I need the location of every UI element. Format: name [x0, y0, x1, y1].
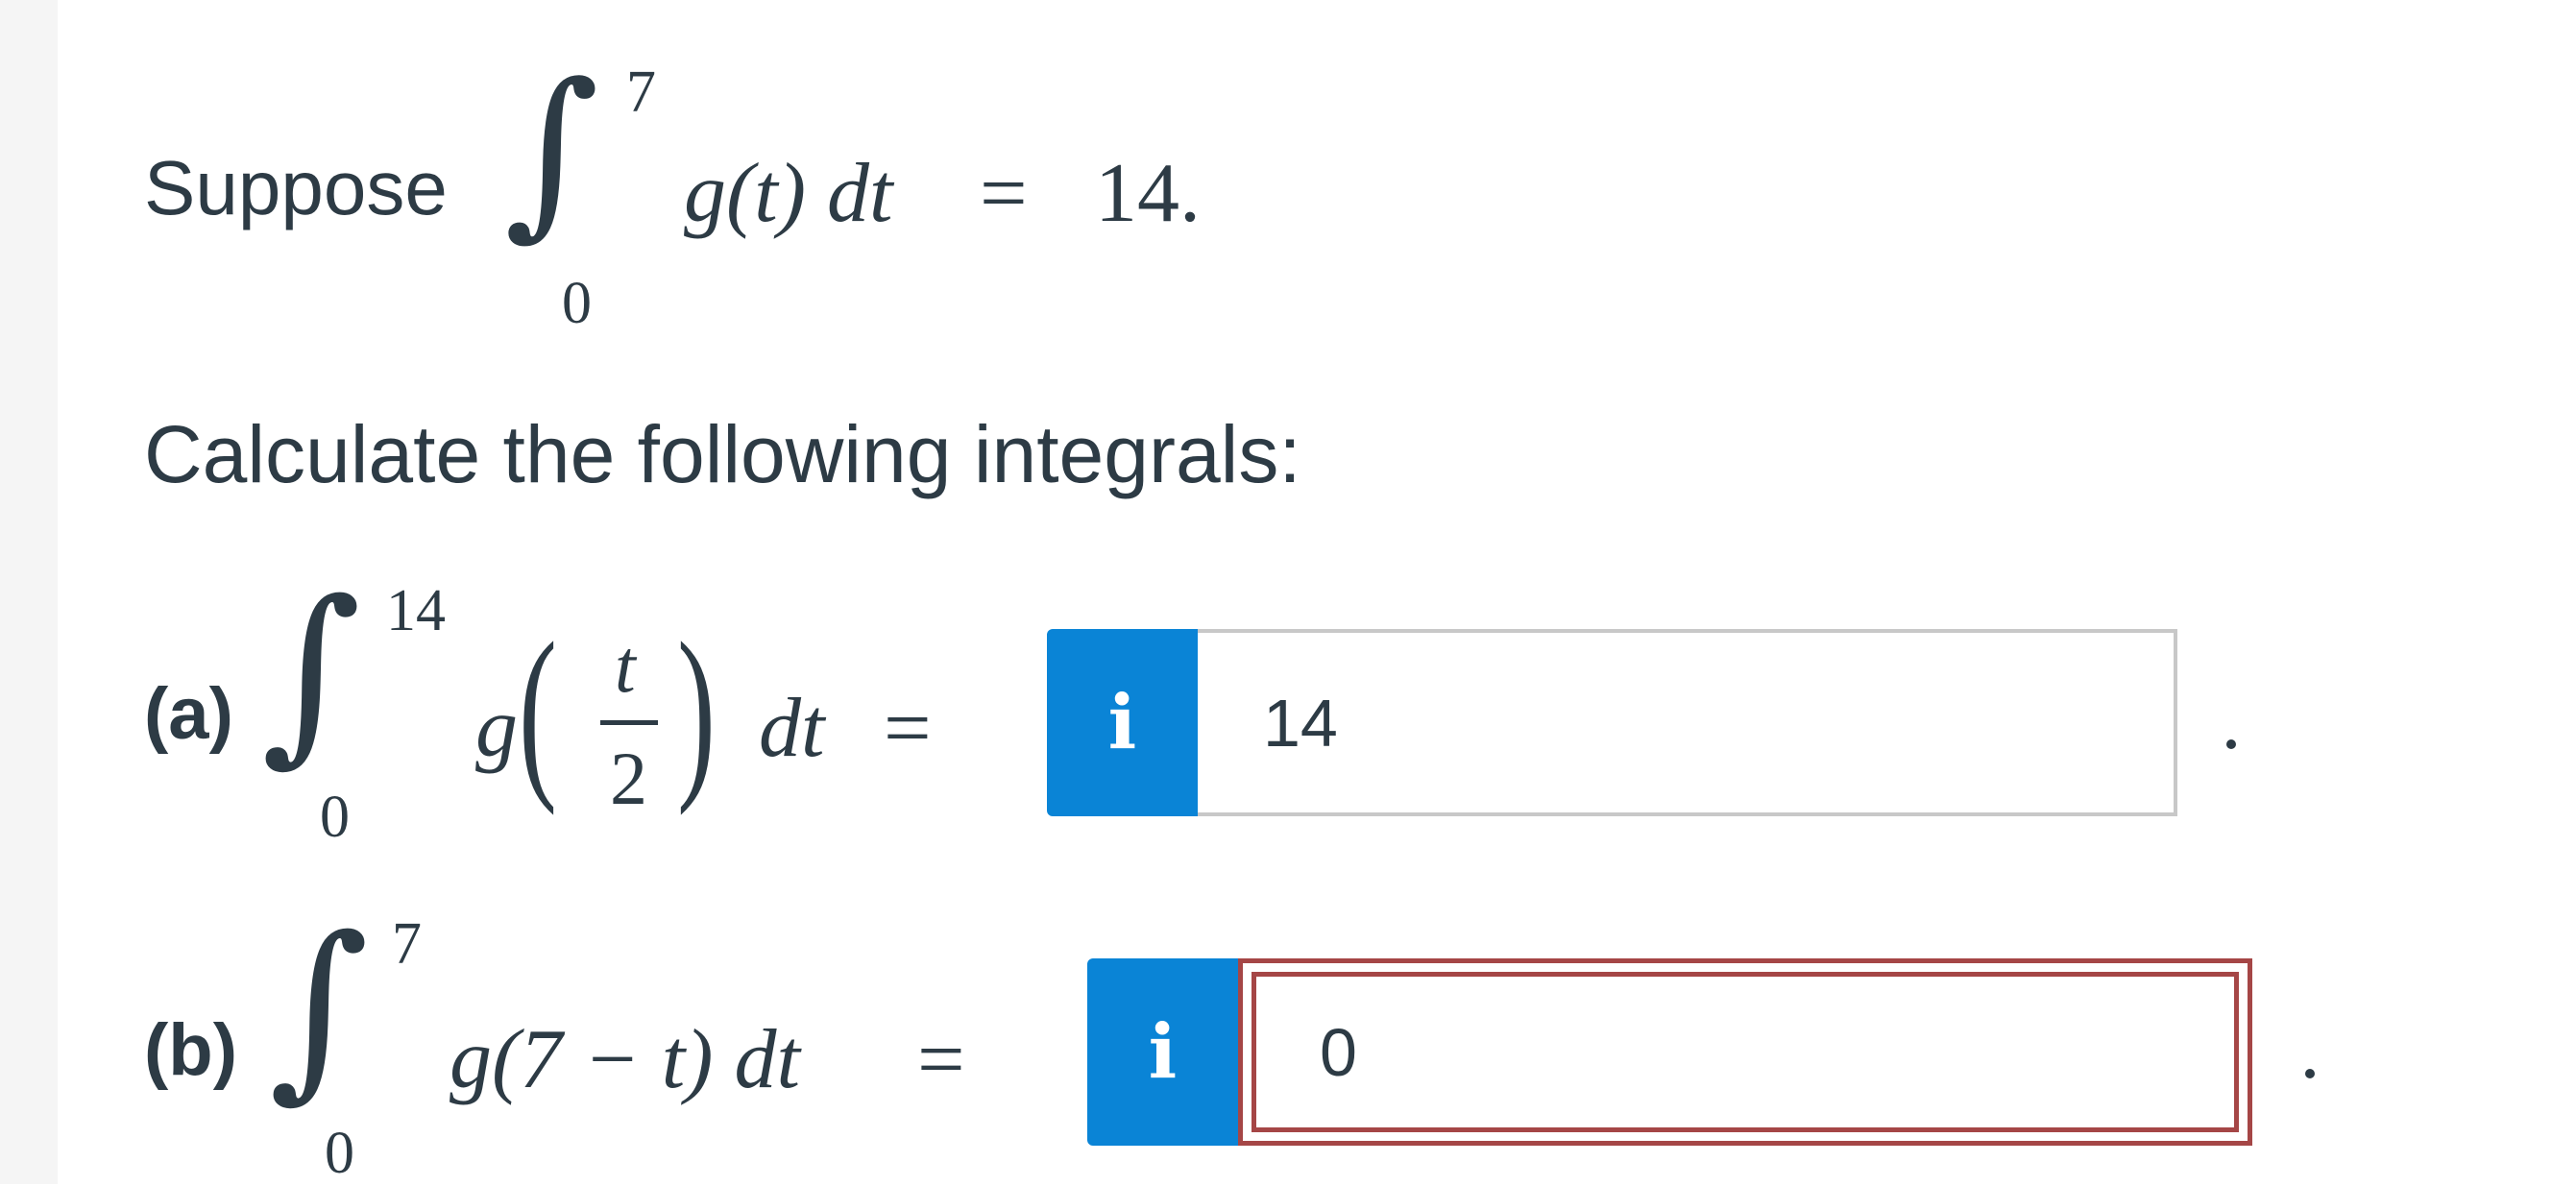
question-panel: Suppose ∫ 7 0 g(t) dt = 14. Calculate th…: [0, 0, 2576, 1184]
part-a-label: (a): [144, 673, 233, 755]
part-b-label: (b): [144, 1009, 238, 1091]
part-a-equals: =: [884, 682, 932, 775]
intro-value: 14.: [1095, 147, 1201, 240]
part-a-fraction-denominator: 2: [610, 737, 647, 820]
part-a-integral-sign: ∫: [261, 560, 362, 784]
part-b-end-period: [2305, 1069, 2315, 1078]
part-a-end-period: [2226, 739, 2236, 749]
part-a-answer-field[interactable]: [1198, 629, 2177, 816]
part-b-lower-bound: 0: [325, 1121, 354, 1186]
intro-lead-text: Suppose: [144, 145, 448, 230]
part-a-right-paren: ): [677, 604, 716, 816]
instruction-text: Calculate the following integrals:: [144, 409, 1301, 499]
info-icon: i: [1148, 1008, 1178, 1096]
part-a-info-button[interactable]: i: [1047, 629, 1198, 816]
intro-equals: =: [980, 147, 1028, 240]
part-a-fraction-bar: [600, 720, 658, 725]
intro-lower-bound: 0: [562, 271, 592, 336]
part-b-answer-field[interactable]: [1238, 958, 2252, 1146]
part-b-integrand: g(7 − t) dt: [450, 1013, 800, 1106]
intro-integrand: g(t) dt: [684, 147, 893, 240]
part-b-info-button[interactable]: i: [1087, 958, 1238, 1146]
part-b-integral-sign: ∫: [269, 896, 370, 1120]
part-a-lower-bound: 0: [320, 785, 350, 850]
part-a-fraction-numerator: t: [615, 624, 636, 708]
part-b-answer-input[interactable]: [1320, 1013, 2248, 1091]
part-a-differential: dt: [759, 682, 825, 775]
intro-integral-sign: ∫: [504, 44, 599, 256]
part-b-equals: =: [917, 1013, 965, 1106]
part-a-upper-bound: 14: [386, 578, 446, 643]
part-b-upper-bound: 7: [392, 911, 422, 977]
info-icon: i: [1107, 679, 1137, 766]
part-a-left-paren: (: [519, 604, 557, 816]
part-a-function: g: [475, 682, 518, 775]
intro-upper-bound: 7: [626, 60, 656, 125]
part-a-answer-input[interactable]: [1263, 684, 2174, 762]
